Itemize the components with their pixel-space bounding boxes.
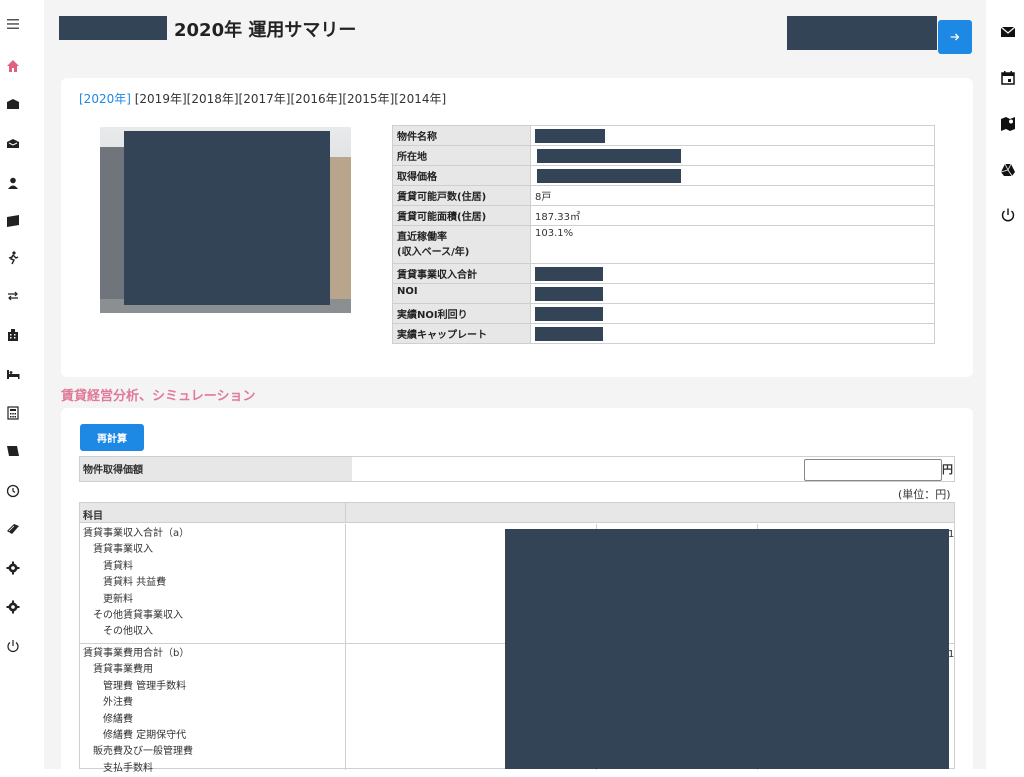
info-row: NOI <box>392 283 935 304</box>
redacted-value <box>535 287 603 301</box>
info-label: 賃貸可能面積(住居) <box>392 205 531 226</box>
simulation-section-title: 賃貸経営分析、シミュレーション <box>61 389 256 404</box>
expense-items: 賃貸事業費用合計（b） 賃貸事業費用 管理費 管理手数料 外注費 修繕費 修繕費… <box>83 646 193 777</box>
year-links-other[interactable]: [2019年][2018年][2017年][2016年][2015年][2014… <box>135 92 446 106</box>
redacted-value <box>535 129 605 143</box>
info-value: 103.1% <box>530 225 935 264</box>
drive-icon[interactable] <box>1000 162 1016 182</box>
info-row: 直近稼働率 (収入ベース/年) 103.1% <box>392 225 935 264</box>
line-item: 修繕費 定期保守代 <box>83 730 187 742</box>
line-item: 賃貸事業費用合計（b） <box>83 648 190 659</box>
redacted-photo-area <box>124 131 330 305</box>
map-icon[interactable] <box>1000 116 1016 136</box>
line-item: 更新料 <box>83 593 133 605</box>
info-label: 実績キャップレート <box>392 323 531 344</box>
book-icon[interactable] <box>5 443 21 459</box>
info-label: 物件名称 <box>392 125 531 146</box>
acquisition-price-label: 物件取得価額 <box>80 457 352 481</box>
line-item: 管理費 管理手数料 <box>83 680 187 692</box>
property-info-table: 物件名称 所在地 取得価格 賃貸可能戸数(住居) 8戸 賃貸可能面積(住居) 187.33㎡… <box>392 125 935 344</box>
arrow-right-icon <box>950 33 960 41</box>
line-item: 販売費及び一般管理費 <box>83 746 193 758</box>
line-item: その他賃貸事業収入 <box>83 610 183 622</box>
settings-icon[interactable] <box>5 599 21 615</box>
info-row: 取得価格 <box>392 165 935 186</box>
redacted-simulation-values <box>505 529 949 769</box>
unit-label: (単位：円) <box>898 488 951 501</box>
recalculate-button[interactable]: 再計算 <box>80 424 144 451</box>
info-value: 8戸 <box>530 185 935 206</box>
year-links: [2020年] [2019年][2018年][2017年][2016年][201… <box>79 90 446 107</box>
gear-icon[interactable] <box>5 560 21 576</box>
run-icon[interactable] <box>5 250 21 266</box>
redacted-value <box>535 307 603 321</box>
info-label: 賃貸事業収入合計 <box>392 263 531 284</box>
redacted-value <box>535 267 603 281</box>
info-row: 実績キャップレート <box>392 323 935 344</box>
info-label: 取得価格 <box>392 165 531 186</box>
info-value <box>530 283 935 304</box>
info-row: 賃貸事業収入合計 <box>392 263 935 284</box>
info-value: 187.33㎡ <box>530 205 935 226</box>
mail-open-icon[interactable] <box>5 136 21 152</box>
line-item: 外注費 <box>83 697 133 709</box>
mail-icon[interactable] <box>5 97 21 113</box>
info-value <box>530 323 935 344</box>
line-item: 賃貸料 共益費 <box>83 577 167 589</box>
line-item: 賃貸料 <box>83 560 133 572</box>
info-label: 直近稼働率 (収入ベース/年) <box>392 225 531 264</box>
line-item: 修繕費 <box>83 713 133 725</box>
info-value <box>530 145 935 166</box>
simulation-table-header: 科目 <box>80 503 954 523</box>
info-label: 賃貸可能戸数(住居) <box>392 185 531 206</box>
info-label: 実績NOI利回り <box>392 303 531 324</box>
redacted-value <box>537 169 681 183</box>
swap-icon[interactable] <box>5 288 21 304</box>
go-button[interactable] <box>938 20 972 54</box>
calendar-icon[interactable] <box>1000 70 1016 90</box>
info-value <box>530 165 935 186</box>
line-item: 賃貸事業費用 <box>83 664 153 676</box>
book-open-icon[interactable] <box>5 521 21 537</box>
info-row: 賃貸可能戸数(住居) 8戸 <box>392 185 935 206</box>
menu-icon[interactable] <box>5 16 21 32</box>
redacted-header-field <box>787 16 937 50</box>
ticket-icon[interactable] <box>5 213 21 229</box>
redacted-property-name <box>59 16 167 40</box>
bed-icon[interactable] <box>5 366 21 382</box>
info-value <box>530 303 935 324</box>
calculator-icon[interactable] <box>5 405 21 421</box>
page-title: 2020年 運用サマリー <box>174 20 357 41</box>
info-label: NOI <box>392 283 531 304</box>
redacted-value <box>537 149 681 163</box>
user-icon[interactable] <box>5 175 21 191</box>
line-item: その他収入 <box>83 626 153 638</box>
year-link-current[interactable]: [2020年] <box>79 92 131 106</box>
acquisition-price-input[interactable] <box>804 459 942 481</box>
line-item: 賃貸事業収入合計（a） <box>83 528 190 539</box>
clock-icon[interactable] <box>5 483 21 499</box>
power-icon[interactable] <box>1000 207 1016 227</box>
mail-icon[interactable] <box>1000 24 1016 44</box>
home-icon[interactable] <box>5 58 21 74</box>
left-sidebar <box>0 0 27 769</box>
info-row: 物件名称 <box>392 125 935 146</box>
line-item: 賃貸事業収入 <box>83 544 153 556</box>
info-value <box>530 125 935 146</box>
acquisition-price-row: 物件取得価額 円 <box>79 456 955 482</box>
subject-header: 科目 <box>83 511 103 522</box>
power-icon[interactable] <box>5 638 21 654</box>
info-row: 賃貸可能面積(住居) 187.33㎡ <box>392 205 935 226</box>
info-row: 実績NOI利回り <box>392 303 935 324</box>
income-items: 賃貸事業収入合計（a） 賃貸事業収入 賃貸料 賃貸料 共益費 更新料 その他賃貸… <box>83 526 189 641</box>
building-icon[interactable] <box>5 327 21 343</box>
info-value <box>530 263 935 284</box>
info-label: 所在地 <box>392 145 531 166</box>
redacted-value <box>535 327 603 341</box>
yen-unit: 円 <box>942 463 953 476</box>
info-row: 所在地 <box>392 145 935 166</box>
